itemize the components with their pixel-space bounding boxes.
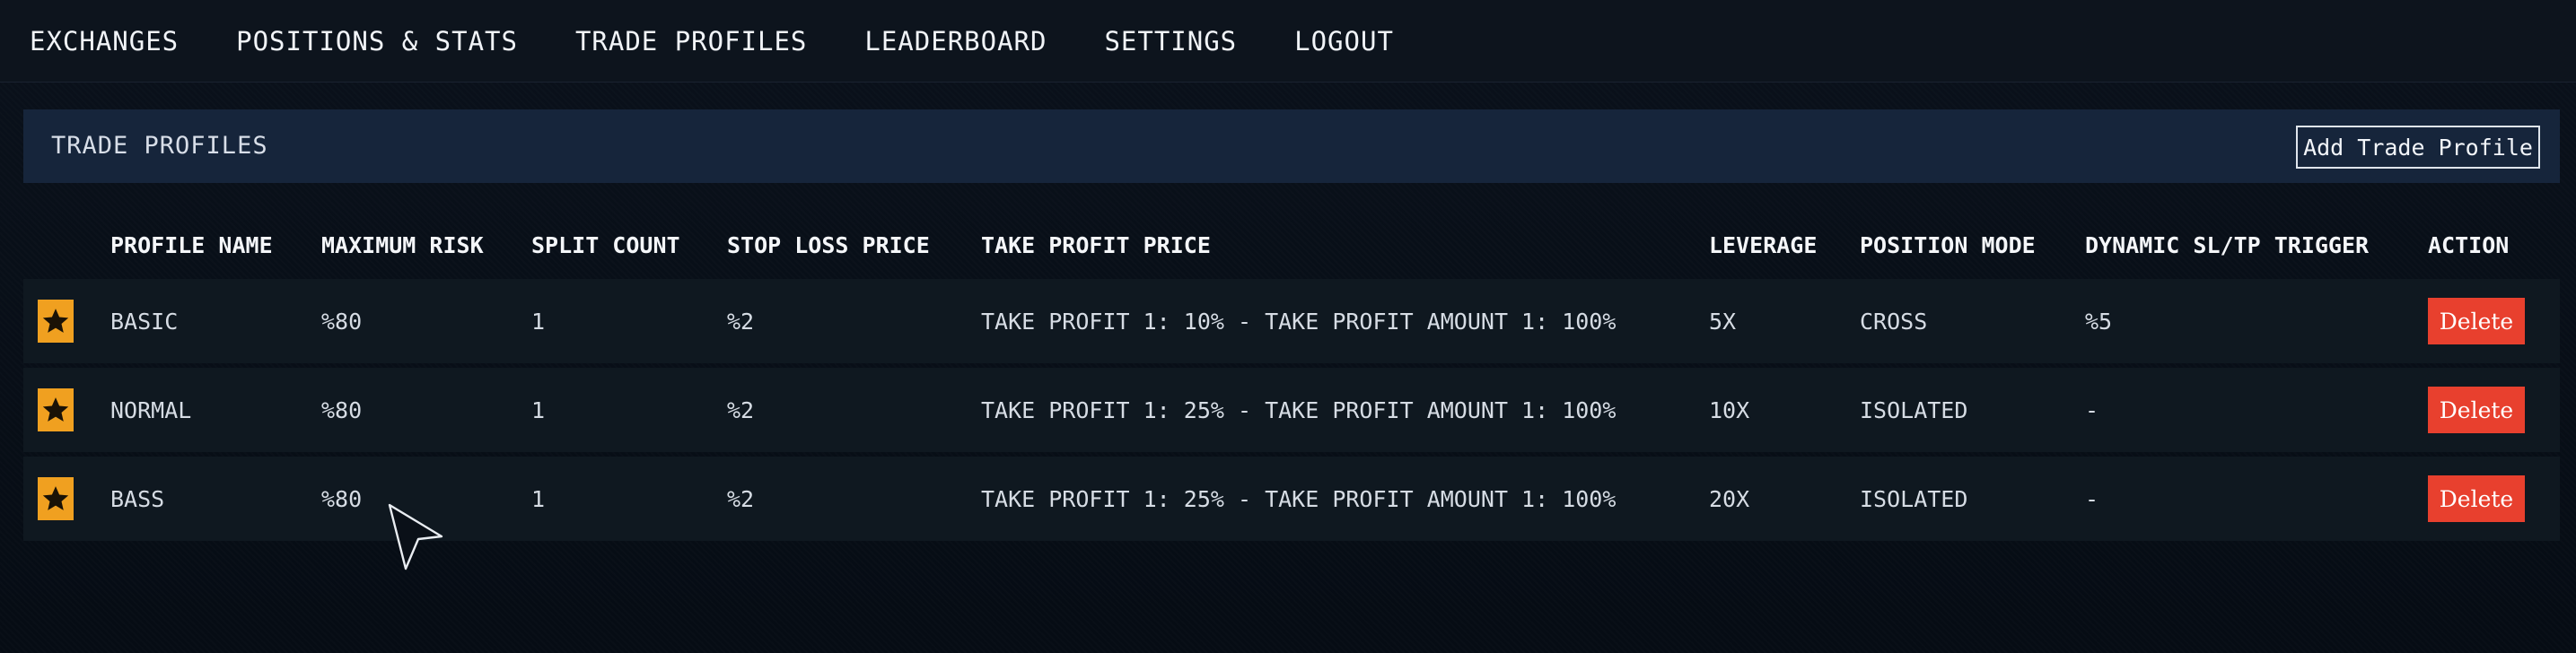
split-count: 1: [531, 396, 546, 423]
panel-header: TRADE PROFILES Add Trade Profile: [23, 109, 2560, 183]
position-mode: ISOLATED: [1860, 396, 1968, 423]
maximum-risk: %80: [321, 308, 363, 335]
panel-title: TRADE PROFILES: [51, 132, 268, 160]
profile-name: NORMAL: [110, 396, 192, 423]
delete-button[interactable]: Delete: [2428, 298, 2525, 344]
maximum-risk: %80: [321, 485, 363, 512]
position-mode: ISOLATED: [1860, 485, 1968, 512]
position-mode: CROSS: [1860, 308, 1928, 335]
nav-item-settings[interactable]: SETTINGS: [1104, 26, 1237, 57]
split-count: 1: [531, 308, 546, 335]
take-profit-price: TAKE PROFIT 1: 25% - TAKE PROFIT AMOUNT …: [981, 396, 1617, 423]
dynamic-trigger: -: [2085, 485, 2099, 512]
nav-item-logout[interactable]: LOGOUT: [1294, 26, 1394, 57]
maximum-risk: %80: [321, 396, 363, 423]
column-header-dynamic-trigger: DYNAMIC SL/TP TRIGGER: [2085, 231, 2370, 258]
star-icon[interactable]: [38, 388, 74, 431]
column-header-stop-loss-price: STOP LOSS PRICE: [727, 231, 930, 258]
dynamic-trigger: %5: [2085, 308, 2113, 335]
leverage: 5X: [1709, 308, 1737, 335]
table-header-row: PROFILE NAME MAXIMUM RISK SPLIT COUNT ST…: [23, 213, 2560, 276]
add-trade-profile-button[interactable]: Add Trade Profile: [2296, 126, 2540, 169]
column-header-leverage: LEVERAGE: [1709, 231, 1818, 258]
favorite-cell: [38, 457, 74, 541]
table-row: NORMAL %80 1 %2 TAKE PROFIT 1: 25% - TAK…: [23, 368, 2560, 452]
delete-button[interactable]: Delete: [2428, 475, 2525, 522]
column-header-profile-name: PROFILE NAME: [110, 231, 273, 258]
action-cell: Delete: [2428, 457, 2525, 541]
nav-item-trade-profiles[interactable]: TRADE PROFILES: [575, 26, 807, 57]
trade-profiles-table: PROFILE NAME MAXIMUM RISK SPLIT COUNT ST…: [23, 213, 2560, 545]
nav-item-positions-stats[interactable]: POSITIONS & STATS: [236, 26, 518, 57]
top-navigation: EXCHANGES POSITIONS & STATS TRADE PROFIL…: [0, 0, 2576, 83]
column-header-split-count: SPLIT COUNT: [531, 231, 680, 258]
mouse-cursor-icon: [388, 503, 443, 570]
delete-button[interactable]: Delete: [2428, 387, 2525, 433]
stop-loss-price: %2: [727, 396, 755, 423]
column-header-position-mode: POSITION MODE: [1860, 231, 2036, 258]
star-icon[interactable]: [38, 300, 74, 343]
split-count: 1: [531, 485, 546, 512]
profile-name: BASS: [110, 485, 165, 512]
column-header-take-profit-price: TAKE PROFIT PRICE: [981, 231, 1211, 258]
column-header-action: ACTION: [2428, 231, 2510, 258]
nav-item-leaderboard[interactable]: LEADERBOARD: [864, 26, 1047, 57]
take-profit-price: TAKE PROFIT 1: 10% - TAKE PROFIT AMOUNT …: [981, 308, 1617, 335]
leverage: 20X: [1709, 485, 1750, 512]
stop-loss-price: %2: [727, 485, 755, 512]
nav-item-exchanges[interactable]: EXCHANGES: [30, 26, 179, 57]
column-header-maximum-risk: MAXIMUM RISK: [321, 231, 484, 258]
stop-loss-price: %2: [727, 308, 755, 335]
action-cell: Delete: [2428, 279, 2525, 363]
star-icon[interactable]: [38, 477, 74, 520]
leverage: 10X: [1709, 396, 1750, 423]
action-cell: Delete: [2428, 368, 2525, 452]
table-row: BASIC %80 1 %2 TAKE PROFIT 1: 10% - TAKE…: [23, 279, 2560, 363]
dynamic-trigger: -: [2085, 396, 2099, 423]
take-profit-price: TAKE PROFIT 1: 25% - TAKE PROFIT AMOUNT …: [981, 485, 1617, 512]
profile-name: BASIC: [110, 308, 179, 335]
favorite-cell: [38, 279, 74, 363]
favorite-cell: [38, 368, 74, 452]
nav-list: EXCHANGES POSITIONS & STATS TRADE PROFIL…: [0, 0, 2576, 83]
